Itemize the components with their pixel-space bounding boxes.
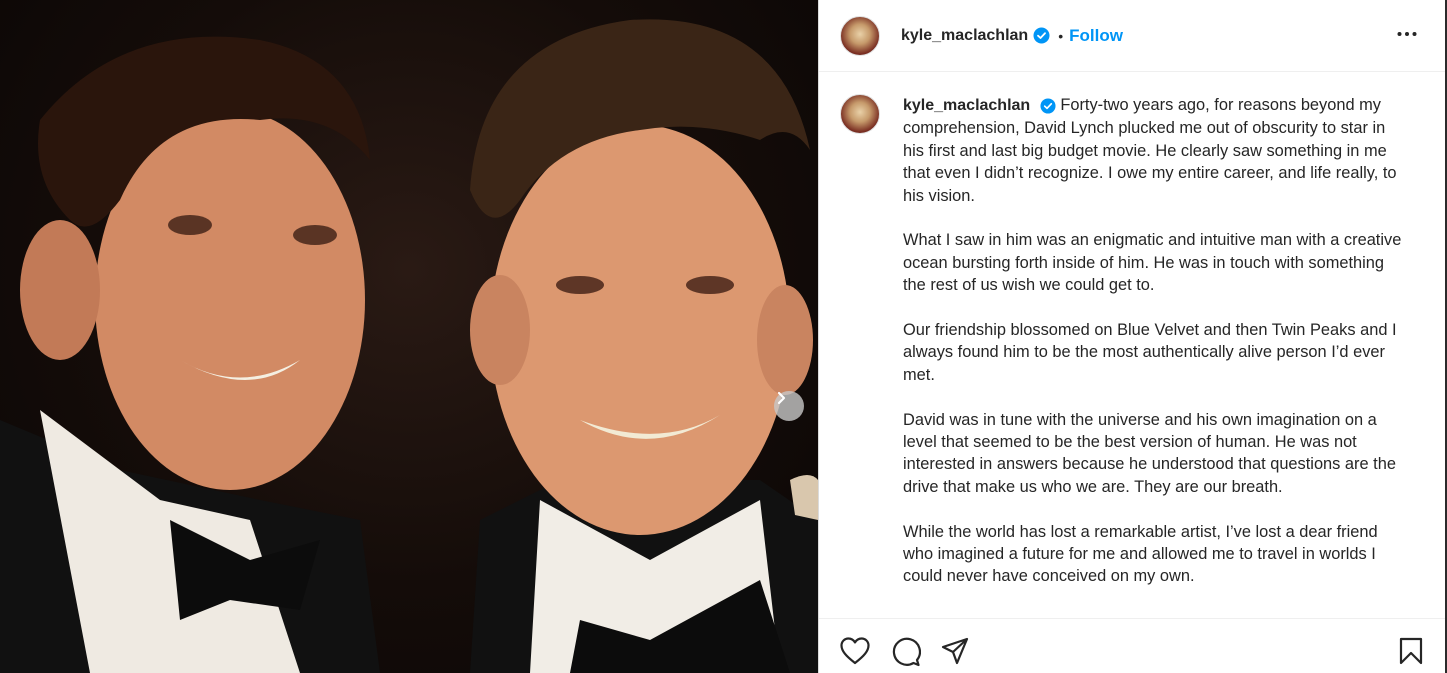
save-icon[interactable] [1399, 637, 1423, 670]
instagram-post-view: kyle_maclachlan • Follow kyle_maclachlan… [0, 0, 1447, 673]
caption-paragraph-2: What I saw in him was an enigmatic and i… [903, 231, 1402, 295]
photo-illustration [0, 19, 818, 673]
caption-verified-badge-icon [1040, 98, 1056, 114]
right-person [470, 19, 818, 673]
comment-icon[interactable] [891, 637, 922, 672]
author-username[interactable]: kyle_maclachlan [901, 27, 1028, 45]
follow-button[interactable]: Follow [1069, 26, 1123, 46]
post-caption: kyle_maclachlan Forty-two years ago, for… [903, 94, 1408, 610]
chevron-right-icon [777, 391, 786, 405]
post-photo [0, 0, 818, 673]
next-photo-button[interactable] [774, 391, 804, 421]
caption-paragraph-3: Our friendship blossomed on Blue Velvet … [903, 321, 1397, 384]
left-person [0, 36, 380, 673]
caption-author-avatar[interactable] [840, 94, 880, 134]
share-icon[interactable] [941, 637, 969, 670]
heart-icon[interactable] [840, 637, 870, 670]
more-options-icon[interactable] [1395, 22, 1419, 51]
post-side-panel: kyle_maclachlan • Follow kyle_maclachlan… [818, 0, 1445, 673]
separator-dot: • [1058, 27, 1064, 44]
post-header: kyle_maclachlan • Follow [819, 0, 1445, 72]
caption-paragraph-4: David was in tune with the universe and … [903, 410, 1396, 496]
post-actions-bar [819, 618, 1445, 673]
caption-username[interactable]: kyle_maclachlan [903, 97, 1030, 114]
author-avatar[interactable] [840, 15, 880, 56]
caption-scroll-area[interactable]: kyle_maclachlan Forty-two years ago, for… [819, 73, 1445, 618]
caption-paragraph-5: While the world has lost a remarkable ar… [903, 522, 1378, 586]
verified-badge-icon [1033, 27, 1050, 44]
